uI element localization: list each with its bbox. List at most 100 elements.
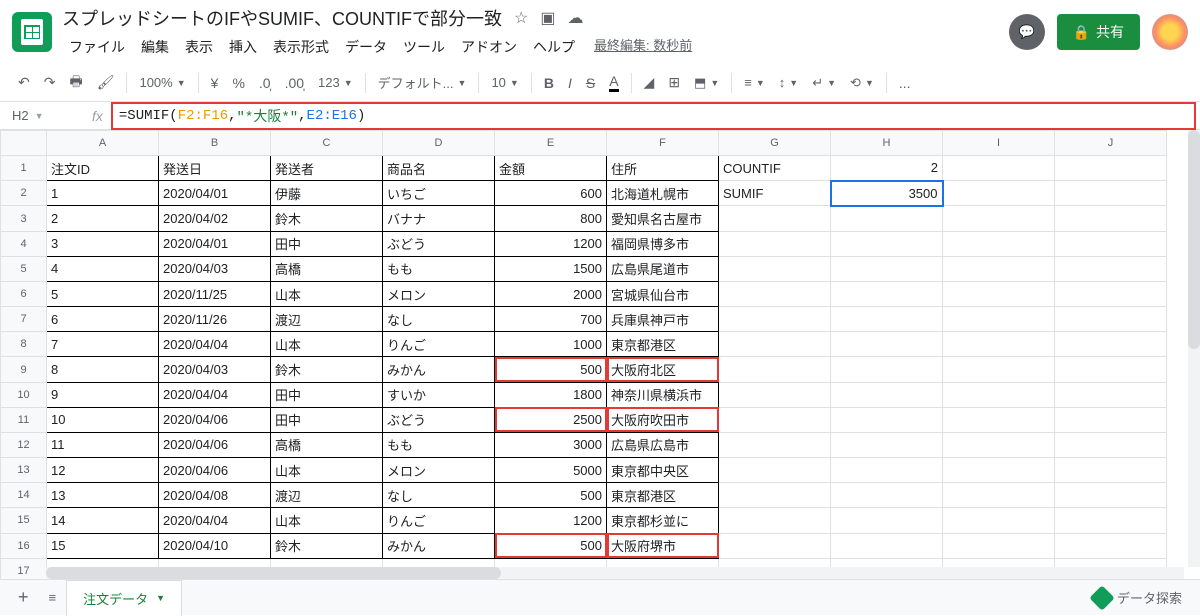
cell[interactable] [943,458,1055,483]
cell[interactable]: 山本 [271,332,383,357]
col-header[interactable]: G [719,131,831,156]
cell[interactable] [943,332,1055,357]
row-header[interactable]: 16 [1,533,47,558]
avatar[interactable] [1152,14,1188,50]
cell[interactable]: みかん [383,533,495,558]
cell[interactable]: ぶどう [383,231,495,256]
cell[interactable]: 2020/04/01 [159,231,271,256]
cell[interactable] [1055,156,1167,181]
cell[interactable]: 田中 [271,407,383,432]
paint-format-button[interactable]: 🖌 [91,70,121,95]
bold-button[interactable]: B [538,71,560,95]
document-title[interactable]: スプレッドシートのIFやSUMIF、COUNTIFで部分一致 [62,5,502,31]
menu-edit[interactable]: 編集 [134,35,176,59]
cell[interactable] [831,533,943,558]
row-header[interactable]: 4 [1,231,47,256]
cell[interactable]: なし [383,307,495,332]
cell[interactable]: 2020/04/10 [159,533,271,558]
cell[interactable]: 東京都中央区 [607,458,719,483]
row-header[interactable]: 15 [1,508,47,533]
share-button[interactable]: 🔒 共有 [1057,14,1140,50]
borders-button[interactable]: ⊞ [662,70,686,95]
cell[interactable] [1055,533,1167,558]
cell[interactable]: 高橋 [271,432,383,457]
cell[interactable]: 2020/04/04 [159,382,271,407]
menu-view[interactable]: 表示 [178,35,220,59]
cell[interactable]: 700 [495,307,607,332]
cell[interactable]: 渡辺 [271,483,383,508]
cell[interactable]: いちご [383,181,495,206]
cell[interactable]: 3500 [831,181,943,206]
cell[interactable]: 1200 [495,231,607,256]
redo-button[interactable]: ↷ [38,70,62,95]
merge-button[interactable]: ⬒▼ [688,71,725,95]
cell[interactable]: 4 [47,256,159,281]
cell[interactable] [719,307,831,332]
cell[interactable]: 1500 [495,256,607,281]
cell[interactable]: 東京都港区 [607,483,719,508]
menu-insert[interactable]: 挿入 [222,35,264,59]
cell[interactable]: 6 [47,307,159,332]
cell[interactable]: バナナ [383,206,495,231]
cell[interactable]: 愛知県名古屋市 [607,206,719,231]
sheets-logo[interactable] [12,12,52,52]
row-header[interactable]: 11 [1,407,47,432]
cell[interactable]: 5000 [495,458,607,483]
cell[interactable]: 田中 [271,231,383,256]
cell[interactable]: すいか [383,382,495,407]
cell[interactable]: 1800 [495,382,607,407]
cell[interactable]: 8 [47,357,159,382]
cell[interactable]: 500 [495,533,607,558]
menu-addons[interactable]: アドオン [454,35,524,59]
more-button[interactable]: ... [893,71,917,95]
cell[interactable] [719,231,831,256]
cell[interactable] [1055,407,1167,432]
cell[interactable] [1055,231,1167,256]
cell[interactable]: 5 [47,281,159,306]
cell[interactable] [719,206,831,231]
cell[interactable] [831,332,943,357]
print-button[interactable]: 🖶 [63,67,88,99]
cell[interactable]: 14 [47,508,159,533]
row-header[interactable]: 9 [1,357,47,382]
cell[interactable]: 東京都港区 [607,332,719,357]
cell[interactable] [943,256,1055,281]
cell[interactable] [831,432,943,457]
col-header[interactable]: I [943,131,1055,156]
italic-button[interactable]: I [562,71,578,95]
strike-button[interactable]: S [580,71,601,95]
increase-decimal-button[interactable]: .00̩ [279,71,310,95]
cell[interactable] [1055,483,1167,508]
cell[interactable]: 2020/11/26 [159,307,271,332]
cell[interactable]: 2500 [495,407,607,432]
font-size-select[interactable]: 10▼ [485,71,524,94]
cell[interactable]: メロン [383,458,495,483]
cell[interactable] [719,483,831,508]
cell[interactable] [943,533,1055,558]
cell[interactable]: 500 [495,357,607,382]
cell[interactable]: 2020/04/08 [159,483,271,508]
cell[interactable]: 山本 [271,508,383,533]
cell[interactable]: 9 [47,382,159,407]
cell[interactable]: 広島県広島市 [607,432,719,457]
cell[interactable]: 金額 [495,156,607,181]
cell[interactable] [719,432,831,457]
row-header[interactable]: 14 [1,483,47,508]
undo-button[interactable]: ↶ [12,70,36,95]
cell[interactable] [943,206,1055,231]
cell[interactable]: 3000 [495,432,607,457]
menu-file[interactable]: ファイル [62,35,132,59]
col-header[interactable]: J [1055,131,1167,156]
cell[interactable]: 2020/04/02 [159,206,271,231]
cell[interactable]: メロン [383,281,495,306]
all-sheets-button[interactable]: ≡ [39,584,67,611]
number-format-select[interactable]: 123▼ [312,71,359,94]
cell[interactable]: 800 [495,206,607,231]
v-align-button[interactable]: ↕▼ [773,71,804,94]
cell[interactable]: 山本 [271,281,383,306]
formula-bar[interactable]: =SUMIF(F2:F16,"*大阪*",E2:E16) [111,102,1196,130]
row-header[interactable]: 12 [1,432,47,457]
cell[interactable]: 兵庫県神戸市 [607,307,719,332]
cell[interactable] [831,231,943,256]
col-header[interactable]: D [383,131,495,156]
